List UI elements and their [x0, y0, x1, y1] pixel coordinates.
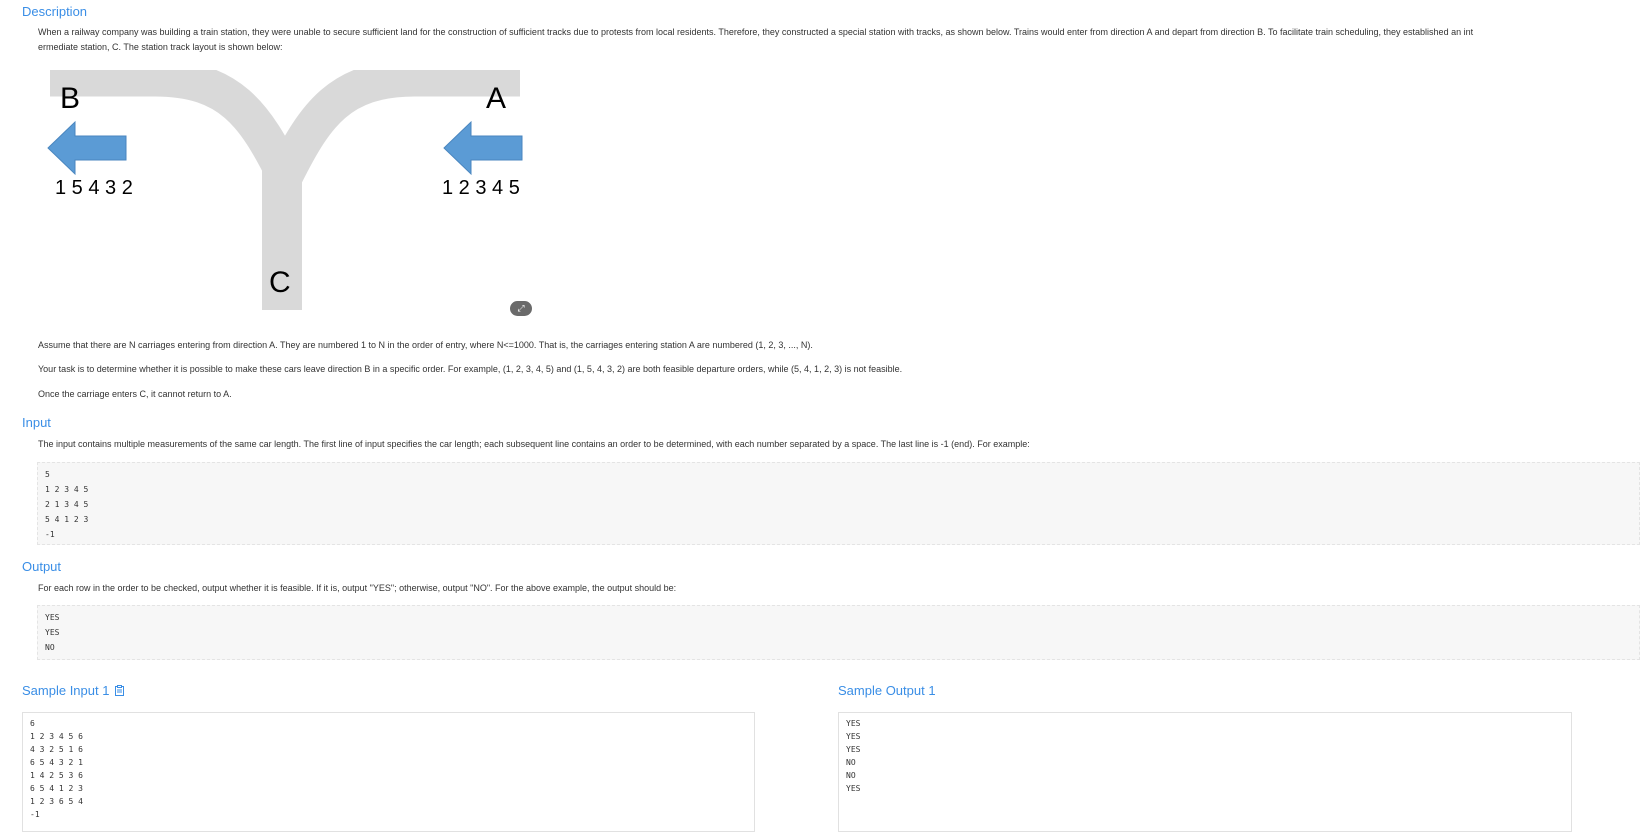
label-c: C: [269, 266, 291, 299]
station-track-diagram: B A C 1 5 4 3 2 1 2 3 4 5: [40, 59, 530, 315]
output-text: For each row in the order to be checked,…: [38, 583, 677, 593]
track-layout-svg: B A C 1 5 4 3 2 1 2 3 4 5: [47, 59, 523, 310]
sample-input-box[interactable]: 6 1 2 3 4 5 6 4 3 2 5 1 6 6 5 4 3 2 1 1 …: [22, 712, 755, 832]
sequence-a: 1 2 3 4 5: [442, 177, 520, 199]
description-paragraph-3: Your task is to determine whether it is …: [38, 364, 903, 374]
sample-output-heading: Sample Output 1: [838, 683, 936, 698]
description-line-2: ermediate station, C. The station track …: [38, 42, 283, 52]
sequence-b: 1 5 4 3 2: [55, 177, 133, 199]
output-example: YES YES NO: [37, 605, 1640, 660]
sample-input-title: Sample Input 1: [22, 683, 110, 698]
copy-icon[interactable]: [115, 684, 125, 699]
sample-input-heading: Sample Input 1: [22, 683, 125, 699]
arrow-left-b-icon: [47, 120, 127, 176]
label-b: B: [60, 82, 80, 115]
input-example: 5 1 2 3 4 5 2 1 3 4 5 5 4 1 2 3 -1: [37, 462, 1640, 545]
arrow-left-a-icon: [443, 120, 523, 176]
sample-output-box: YES YES YES NO NO YES: [838, 712, 1572, 832]
input-heading: Input: [22, 415, 51, 430]
label-a: A: [486, 82, 506, 115]
zoom-icon[interactable]: ⤢: [510, 301, 532, 316]
description-paragraph-1: When a railway company was building a tr…: [38, 25, 1638, 55]
description-paragraph-4: Once the carriage enters C, it cannot re…: [38, 389, 232, 399]
description-paragraph-2: Assume that there are N carriages enteri…: [38, 340, 813, 350]
input-text: The input contains multiple measurements…: [38, 439, 1030, 449]
description-heading: Description: [22, 4, 88, 19]
output-heading: Output: [22, 559, 62, 574]
description-line-1: When a railway company was building a tr…: [38, 27, 1474, 37]
